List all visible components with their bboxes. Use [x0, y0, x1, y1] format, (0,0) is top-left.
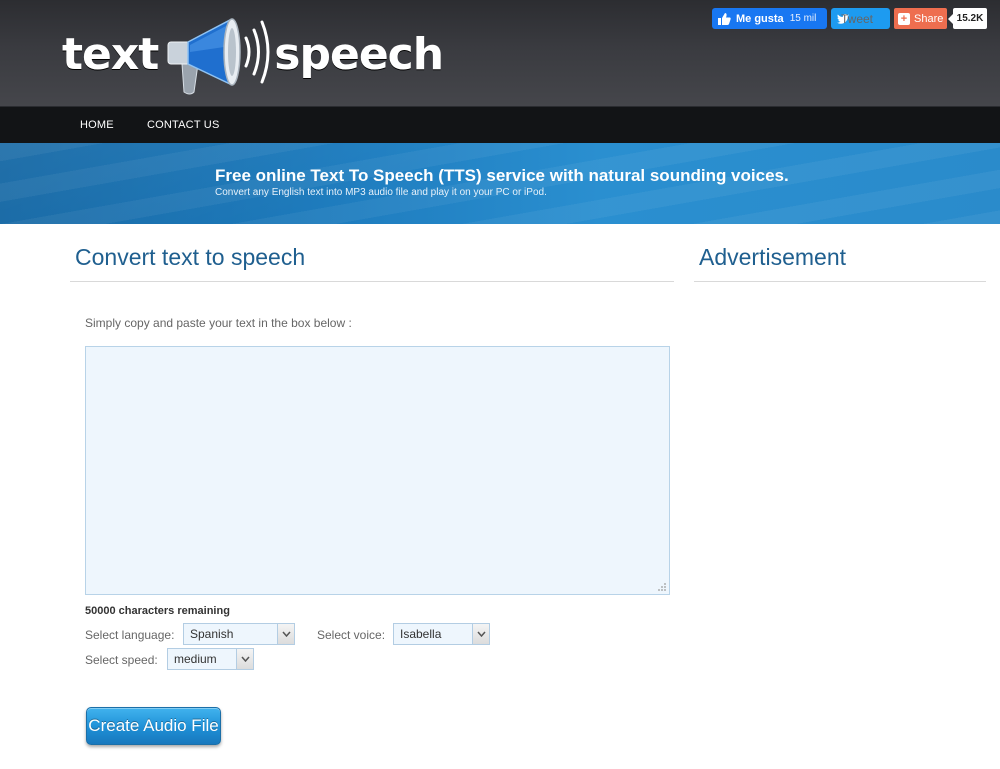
share-label: Share — [914, 12, 944, 25]
share-button[interactable]: + Share — [894, 8, 947, 29]
voice-value: Isabella — [400, 627, 442, 641]
language-label: Select language: — [85, 628, 175, 642]
voice-label: Select voice: — [317, 628, 386, 642]
plus-icon: + — [898, 12, 910, 25]
main-nav: HOME CONTACT US — [0, 106, 1000, 143]
create-audio-button[interactable]: Create Audio File — [86, 707, 221, 745]
megaphone-icon — [167, 18, 270, 95]
hero-banner: Free online Text To Speech (TTS) service… — [0, 143, 1000, 224]
chevron-down-icon — [236, 649, 253, 669]
nav-contact-link[interactable]: CONTACT US — [147, 119, 220, 131]
chevron-down-icon — [472, 624, 489, 644]
title-divider — [70, 281, 674, 282]
share-count: 15.2K — [948, 8, 987, 29]
tweet-label: Tweet — [841, 11, 874, 26]
chevron-down-icon — [277, 624, 294, 644]
facebook-like-count: 15 mil — [789, 13, 817, 24]
convert-title: Convert text to speech — [75, 244, 306, 270]
text-input-area[interactable] — [85, 346, 670, 595]
speed-label: Select speed: — [85, 653, 158, 667]
facebook-like-label: Me gusta — [736, 12, 784, 25]
language-value: Spanish — [190, 627, 234, 641]
voice-select[interactable]: Isabella — [393, 623, 490, 645]
thumbs-up-icon — [718, 12, 731, 25]
resize-grip-icon[interactable] — [657, 582, 667, 592]
banner-subtitle: Convert any English text into MP3 audio … — [215, 187, 547, 198]
site-logo[interactable]: text speech — [62, 12, 444, 98]
facebook-like-button[interactable]: Me gusta 15 mil — [712, 8, 827, 29]
logo-text-left: text — [62, 29, 159, 80]
language-select[interactable]: Spanish — [183, 623, 295, 645]
logo-text-right: speech — [274, 29, 444, 80]
nav-home-link[interactable]: HOME — [80, 119, 114, 131]
tweet-button[interactable]: Tweet — [831, 8, 890, 29]
instructions-text: Simply copy and paste your text in the b… — [85, 316, 352, 330]
advertisement-title: Advertisement — [699, 244, 847, 270]
sidebar-divider — [694, 281, 986, 282]
banner-title: Free online Text To Speech (TTS) service… — [215, 166, 789, 185]
speed-select[interactable]: medium — [167, 648, 254, 670]
speed-value: medium — [174, 652, 217, 666]
characters-remaining: 50000 characters remaining — [85, 605, 230, 617]
